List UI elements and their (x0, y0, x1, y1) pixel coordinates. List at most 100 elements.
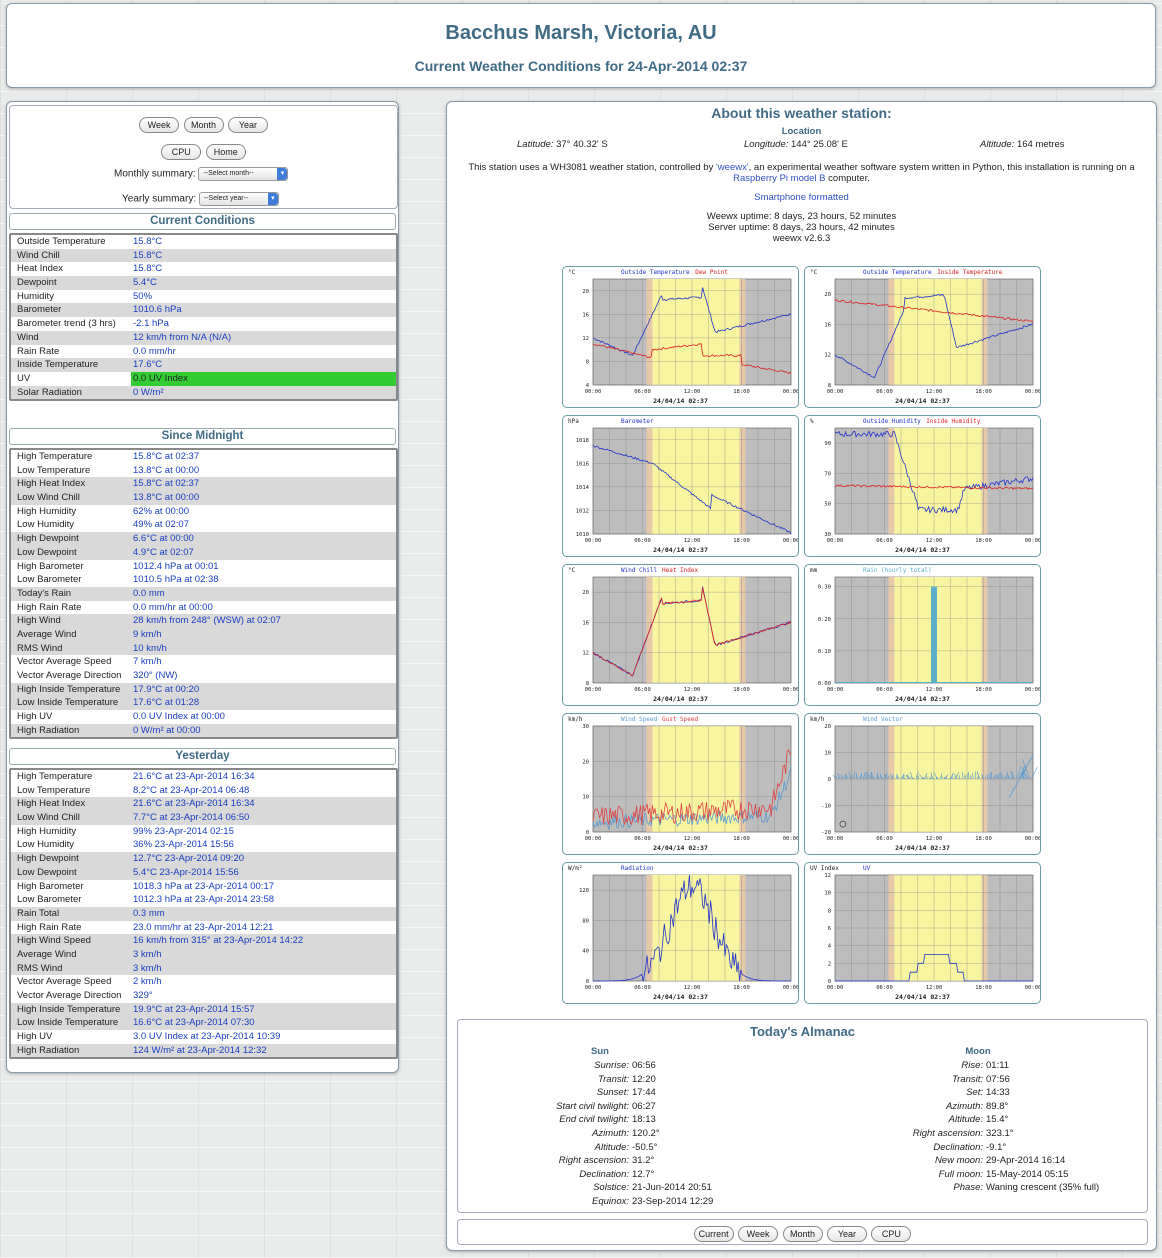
almanac-value: 18:13 (632, 1114, 656, 1126)
y-tick-label: 0.30 (818, 585, 831, 591)
stat-label: Average Wind (17, 948, 77, 960)
almanac-row: Altitude: -50.5° (514, 1141, 713, 1155)
y-tick-label: 16 (582, 620, 589, 626)
stat-value: 3 km/h (133, 962, 162, 974)
daylight-band (652, 875, 740, 981)
stat-value: 21.6°C at 23-Apr-2014 16:34 (133, 798, 255, 810)
almanac-value: 89.8° (986, 1100, 1009, 1112)
weather-plot[interactable]: km/h Wind Speed Gust Speed 0 10 20 30 00:00 06:0… (562, 713, 799, 855)
twilight-band (646, 875, 653, 981)
plot-unit-label: km/h (568, 716, 583, 723)
x-tick-label: 06:00 (634, 538, 651, 544)
weather-plot[interactable]: UV Index UV 0 2 4 6 8 10 12 00:00 06:00 12:00 18:00 0… (804, 862, 1041, 1004)
stat-label: Low Temperature (17, 784, 91, 796)
stat-label: Inside Temperature (17, 359, 99, 371)
altitude: Altitude: 164 metres (980, 139, 1065, 150)
almanac-value: 01:11 (986, 1060, 1010, 1071)
stat-value: 23.0 mm/hr at 23-Apr-2014 12:21 (133, 921, 274, 933)
footer-current-button[interactable]: Current (693, 1226, 734, 1242)
stat-row: High Wind 28 km/h from 248° (WSW) at 02:0… (11, 614, 396, 628)
almanac-value: 14:33 (986, 1087, 1010, 1099)
year-button[interactable]: Year (227, 117, 268, 133)
plot-date-label: 24/04/14 02:37 (895, 546, 950, 554)
x-tick-label: 06:00 (634, 389, 651, 395)
stat-row: UV 0.0 UV Index (11, 371, 396, 386)
plot-svg: mm Rain (hourly total)0.000.100.200.3000:… (810, 567, 1040, 703)
weewx-link[interactable]: 'weewx' (716, 162, 749, 173)
weather-plot[interactable]: hPa Barometer 1010 1012 1014 1016 1018 00:00 06:… (562, 415, 799, 557)
week-button[interactable]: Week (139, 117, 180, 133)
plot-svg: km/h Wind Speed Gust Speed010203000:00 06:0… (568, 716, 798, 852)
almanac-row: Azimuth: 120.2° (514, 1127, 713, 1141)
station-title: Bacchus Marsh, Victoria, AU (445, 22, 717, 44)
sun-column: Sun Sunrise: 06:56 Transit: 12:20 Sunset: 17:… (514, 1046, 713, 1209)
footer-month-button[interactable]: Month (782, 1226, 823, 1242)
station-panel: About this weather station: Location Lat… (446, 101, 1157, 1251)
almanac-key: Declination: (579, 1168, 629, 1180)
plot-legend-entry: Inside Temperature (937, 269, 1002, 276)
stat-row: Low Inside Temperature 17.6°C at 01:28 (11, 696, 396, 711)
stat-row: High Humidity 99% 23-Apr-2014 02:15 (11, 825, 396, 839)
daylight-band (652, 279, 740, 385)
stat-value: 10 km/h (133, 642, 167, 654)
stat-value: 0 W/m² (133, 386, 164, 398)
weather-plot[interactable]: mm Rain (hourly total) 0.00 0.10 0.20 0.30 00:… (804, 564, 1041, 706)
weather-plot[interactable]: °C Outside Temperature Dew Point 4 8 12 16 20 00… (562, 266, 799, 408)
almanac-row: Right ascension: 323.1° (818, 1127, 1099, 1141)
almanac-key: Set: (966, 1087, 983, 1099)
weather-plot[interactable]: W/m² Radiation 0 40 80 120 00:00 06:00 12:00 18:0… (562, 862, 799, 1004)
stat-row: Low Temperature 13.8°C at 00:00 (11, 464, 396, 478)
almanac-box: Today's Almanac Sun Sunrise: 06:56 Transit… (457, 1019, 1148, 1213)
yearly-summary-select[interactable]: --Select year-- ▾ (198, 192, 279, 206)
y-tick-label: 20 (824, 292, 831, 298)
monthly-summary-select[interactable]: --Select month-- ▾ (198, 167, 289, 181)
plot-date-label: 24/04/14 02:37 (895, 993, 950, 1001)
stat-row: Vector Average Direction 320° (NW) (11, 669, 396, 683)
raspberry-pi-link[interactable]: Raspberry Pi model B (733, 173, 825, 184)
page-header: Bacchus Marsh, Victoria, AU Current Weat… (6, 3, 1156, 88)
stats-panel: Week Month Year CPU Home Monthly summary… (6, 101, 399, 1073)
almanac-value: -9.1° (986, 1141, 1007, 1153)
almanac-key: New moon: (934, 1155, 983, 1167)
stat-row: High Inside Temperature 19.9°C at 23-Apr-… (11, 1002, 396, 1017)
stat-value: 21.6°C at 23-Apr-2014 16:34 (133, 771, 255, 782)
month-button[interactable]: Month (183, 117, 224, 133)
plot-svg: km/h Wind Vector-20-100102000:00 06:00 12:0… (810, 716, 1040, 852)
stat-value: 7 km/h (133, 656, 162, 668)
home-button[interactable]: Home (205, 144, 246, 160)
altitude-label: Altitude: (980, 139, 1015, 150)
almanac-value: 31.2° (632, 1155, 655, 1167)
cpu-button[interactable]: CPU (161, 144, 202, 160)
desc-text-3: computer. (825, 173, 870, 184)
weather-plot[interactable]: % Outside Humidity Inside Humidity 30 50 70 90… (804, 415, 1041, 557)
x-tick-label: 12:00 (926, 985, 943, 991)
x-tick-label: 06:00 (634, 985, 651, 991)
since-midnight-heading: Since Midnight (9, 428, 396, 445)
footer-year-button[interactable]: Year (826, 1226, 867, 1242)
stat-label: High Inside Temperature (17, 683, 121, 695)
almanac-row: New moon: 29-Apr-2014 16:14 (818, 1154, 1099, 1168)
stat-row: Low Dewpoint 5.4°C 23-Apr-2014 15:56 (11, 865, 396, 880)
almanac-row: End civil twilight: 18:13 (514, 1113, 713, 1127)
stat-value: 12.7°C 23-Apr-2014 09:20 (133, 853, 245, 865)
latitude-value: 37° 40.32' S (556, 139, 608, 150)
almanac-row: Set: 14:33 (818, 1086, 1099, 1100)
stat-value: 50% (133, 290, 153, 302)
x-tick-label: 00:00 (1025, 389, 1040, 395)
y-tick-label: 80 (582, 918, 589, 924)
smartphone-link[interactable]: Smartphone formatted (754, 192, 849, 203)
footer-week-button[interactable]: Week (738, 1226, 779, 1242)
stat-label: High Dewpoint (17, 853, 79, 865)
y-tick-label: 12 (824, 353, 831, 359)
stat-label: UV (17, 372, 31, 384)
almanac-row: Phase: Waning crescent (35% full) (818, 1181, 1099, 1195)
stat-value: 62% at 00:00 (133, 505, 189, 517)
weather-plot[interactable]: km/h Wind Vector -20 -10 0 10 20 00:00 06:00 12:0… (804, 713, 1041, 855)
yesterday-table: High Temperature 21.6°C at 23-Apr-2014 16… (9, 768, 398, 1060)
longitude: Longitude: 144° 25.08' E (744, 139, 848, 150)
twilight-band (981, 577, 988, 683)
stat-value: 0.3 mm (133, 907, 165, 919)
footer-cpu-button[interactable]: CPU (871, 1226, 912, 1242)
weather-plot[interactable]: °C Outside Temperature Inside Temperature 8… (804, 266, 1041, 408)
weather-plot[interactable]: °C Wind Chill Heat Index 8 12 16 20 00:00 06:00 1… (562, 564, 799, 706)
